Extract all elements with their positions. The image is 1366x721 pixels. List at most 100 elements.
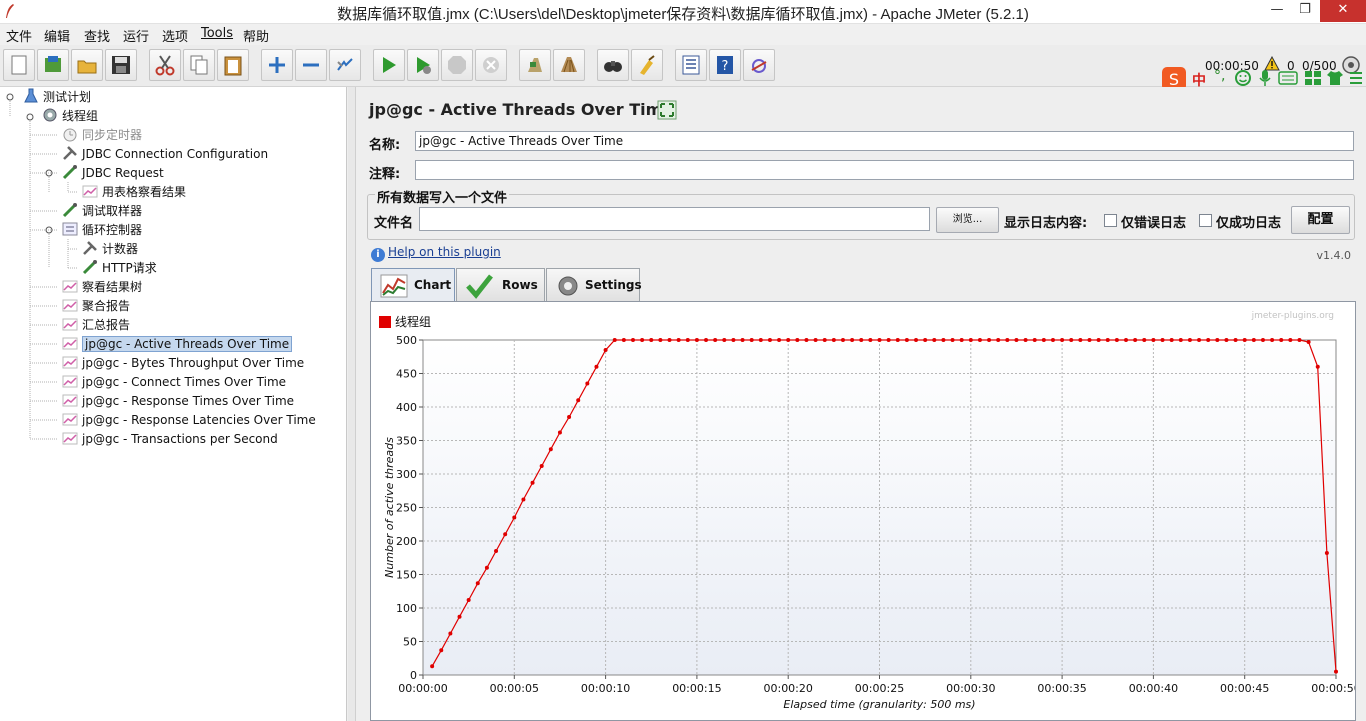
errors-only-checkbox[interactable]: [1104, 214, 1117, 227]
split-pane-divider[interactable]: [348, 87, 356, 721]
tree-node-connect-times[interactable]: jp@gc - Connect Times Over Time: [62, 373, 286, 391]
tree-node-thread-group[interactable]: 线程组: [42, 107, 98, 125]
function-helper-button[interactable]: [675, 49, 707, 81]
test-plan-tree[interactable]: 测试计划 线程组 同步定时器 JDBC Connection Configura…: [0, 87, 347, 721]
tree-node-jdbc-connection-config[interactable]: JDBC Connection Configuration: [62, 145, 268, 163]
start-button[interactable]: [373, 49, 405, 81]
name-label: 名称:: [369, 138, 401, 153]
tree-node-aggregate-report[interactable]: 聚合报告: [62, 297, 130, 315]
menu-tools[interactable]: Tools: [201, 26, 233, 41]
tree-node-summary-report[interactable]: 汇总报告: [62, 316, 130, 334]
data-point: [1334, 669, 1338, 674]
copy-button[interactable]: [183, 49, 215, 81]
cut-button[interactable]: [149, 49, 181, 81]
menu-search[interactable]: 查找: [84, 26, 110, 45]
data-point: [1005, 338, 1010, 342]
browse-button[interactable]: 浏览...: [936, 207, 999, 233]
menu-run[interactable]: 运行: [123, 26, 149, 45]
tree-node-counter[interactable]: 计数器: [82, 240, 138, 258]
skin-shirt-icon[interactable]: [1326, 69, 1344, 87]
tab-rows[interactable]: Rows: [456, 268, 545, 302]
listener-panel: jp@gc - Active Threads Over Time 名称: jp@…: [357, 87, 1366, 721]
tree-node-response-latencies[interactable]: jp@gc - Response Latencies Over Time: [62, 411, 316, 429]
restore-button[interactable]: ❐: [1290, 0, 1320, 22]
tree-toggle-test-plan[interactable]: [6, 93, 14, 101]
y-tick-label: 150: [396, 569, 417, 582]
tree-node-view-results-tree[interactable]: 察看结果树: [62, 278, 142, 296]
x-axis-label: Elapsed time (granularity: 500 ms): [783, 698, 975, 711]
data-point: [1014, 338, 1019, 342]
new-button[interactable]: [3, 49, 35, 81]
search-button[interactable]: [597, 49, 629, 81]
tree-node-sync-timer[interactable]: 同步定时器: [62, 126, 142, 144]
menu-file[interactable]: 文件: [6, 26, 32, 45]
emoji-icon[interactable]: [1234, 69, 1252, 87]
data-point: [685, 338, 690, 342]
tree-toggle-thread-group[interactable]: [26, 113, 34, 121]
tab-chart[interactable]: Chart: [371, 268, 455, 302]
reset-search-button[interactable]: [631, 49, 663, 81]
toggle-icon: [337, 58, 353, 71]
menu-help[interactable]: 帮助: [243, 26, 269, 45]
pipette-icon: [82, 260, 97, 275]
paste-button[interactable]: [217, 49, 249, 81]
configure-button[interactable]: 配置: [1291, 206, 1350, 234]
comment-field[interactable]: [415, 160, 1354, 180]
menu-edit[interactable]: 编辑: [44, 26, 70, 45]
templates-button[interactable]: [37, 49, 69, 81]
tree-node-loop-controller[interactable]: 循环控制器: [62, 221, 142, 239]
data-point: [932, 338, 937, 342]
minimize-button[interactable]: —: [1262, 0, 1292, 22]
expand-all-button[interactable]: [261, 49, 293, 81]
data-point: [1206, 338, 1211, 342]
tree-node-transactions-per-second[interactable]: jp@gc - Transactions per Second: [62, 430, 278, 448]
start-no-pauses-button[interactable]: [407, 49, 439, 81]
fullscreen-icon[interactable]: [657, 100, 677, 120]
data-point: [530, 480, 535, 485]
legend-label: 线程组: [395, 314, 431, 329]
filename-field[interactable]: [419, 207, 930, 231]
tab-settings[interactable]: Settings: [546, 268, 642, 302]
tree-node-http-request[interactable]: HTTP请求: [82, 259, 157, 277]
stop-button[interactable]: [441, 49, 473, 81]
ime-punct-label[interactable]: °,: [1214, 68, 1225, 84]
save-button[interactable]: [105, 49, 137, 81]
data-point: [813, 338, 818, 342]
tree-node-bytes-throughput[interactable]: jp@gc - Bytes Throughput Over Time: [62, 354, 304, 372]
help-on-plugin-link[interactable]: Help on this plugin: [388, 245, 501, 259]
data-point: [1297, 338, 1302, 342]
shutdown-button[interactable]: [475, 49, 507, 81]
data-point: [1306, 340, 1311, 345]
tree-toggle-jdbc-request[interactable]: [45, 169, 53, 177]
active-threads-chart: jmeter-plugins.org 0 50 100 150 200 250 300 350 4…: [379, 311, 1355, 711]
ime-menu-icon[interactable]: [1348, 69, 1364, 87]
data-point: [1151, 338, 1156, 342]
toggle-button[interactable]: [329, 49, 361, 81]
clear-button[interactable]: [519, 49, 551, 81]
tree-node-jdbc-request[interactable]: JDBC Request: [62, 164, 164, 182]
help-button[interactable]: ?: [709, 49, 741, 81]
data-point: [859, 338, 864, 342]
clear-all-button[interactable]: [553, 49, 585, 81]
tree-node-debug-sampler[interactable]: 调试取样器: [62, 202, 142, 220]
close-button[interactable]: ✕: [1320, 0, 1366, 22]
data-point: [1242, 338, 1247, 342]
tree-node-view-results-table[interactable]: 用表格察看结果: [82, 183, 186, 201]
success-only-checkbox[interactable]: [1199, 214, 1212, 227]
remote-start-button[interactable]: [743, 49, 775, 81]
data-point: [1050, 338, 1055, 342]
data-point: [831, 338, 836, 342]
collapse-all-button[interactable]: [295, 49, 327, 81]
tree-node-response-times[interactable]: jp@gc - Response Times Over Time: [62, 392, 294, 410]
listener-icon: [82, 185, 98, 198]
tree-node-test-plan[interactable]: 测试计划: [23, 88, 91, 106]
name-field[interactable]: jp@gc - Active Threads Over Time: [415, 131, 1354, 151]
menu-options[interactable]: 选项: [162, 26, 188, 45]
tree-node-active-threads[interactable]: jp@gc - Active Threads Over Time: [62, 335, 293, 353]
open-button[interactable]: [71, 49, 103, 81]
microphone-icon[interactable]: [1258, 69, 1272, 87]
keyboard-icon[interactable]: [1278, 71, 1298, 85]
paste-icon: [224, 56, 242, 76]
toolbox-icon[interactable]: [1304, 70, 1322, 86]
tree-toggle-loop-controller[interactable]: [45, 226, 53, 234]
